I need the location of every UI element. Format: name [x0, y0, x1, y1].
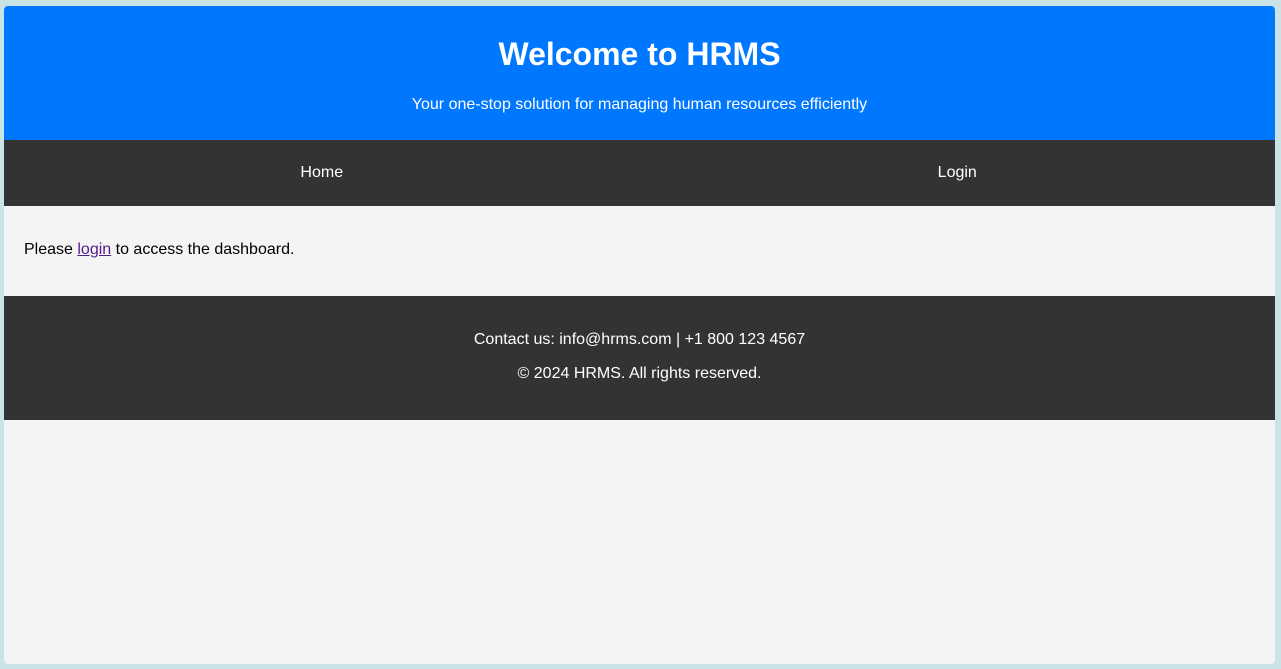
page-title: Welcome to HRMS [498, 36, 781, 72]
main-content: Please login to access the dashboard. [4, 206, 1275, 296]
footer-contact: Contact us: info@hrms.com | +1 800 123 4… [473, 331, 806, 348]
login-prompt-text-before: Please [24, 241, 78, 258]
browser-page: Welcome to HRMS Your one-stop solution f… [4, 6, 1275, 664]
page-footer: Contact us: info@hrms.com | +1 800 123 4… [4, 296, 1275, 420]
nav-link-home[interactable]: Home [4, 140, 640, 206]
page-subtitle: Your one-stop solution for managing huma… [411, 96, 868, 113]
footer-copyright: © 2024 HRMS. All rights reserved. [517, 365, 762, 382]
login-prompt-text-after: to access the dashboard. [111, 241, 295, 258]
page-header: Welcome to HRMS Your one-stop solution f… [4, 6, 1275, 140]
login-link[interactable]: login [77, 241, 111, 258]
main-nav: Home Login [4, 140, 1275, 206]
nav-link-login[interactable]: Login [640, 140, 1276, 206]
